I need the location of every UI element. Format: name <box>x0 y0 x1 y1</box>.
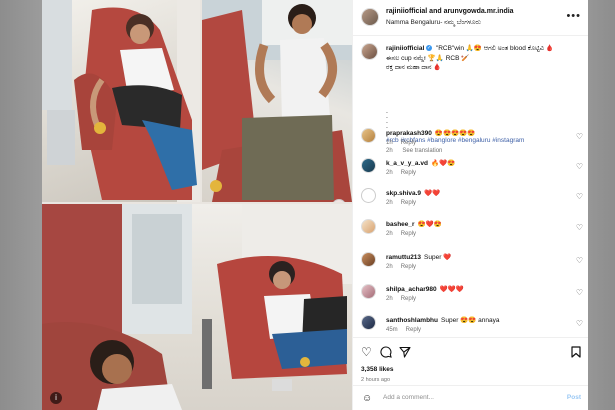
caption-line-3: ರಕ್ತ ದಾನ ಮಹಾ ದಾನ 🩸 <box>386 64 442 71</box>
caption-line-1: "RCB"win 🙏😍 ಆಗಲಿ ಅಂತ blood ಕೊಟ್ಟಿವಿ 🩸 <box>435 45 554 52</box>
comment-item: k_a_v_y_a.vd 🔥❤️😍 2h Reply ♡ <box>353 156 588 186</box>
background-frame: › <box>0 0 615 410</box>
heart-icon[interactable]: ♡ <box>361 346 372 358</box>
comment-avatar[interactable] <box>361 128 376 143</box>
reply-button[interactable]: Reply <box>401 264 416 270</box>
caption-avatar[interactable] <box>361 43 378 60</box>
comment-username[interactable]: k_a_v_y_a.vd <box>386 160 428 167</box>
comment-username[interactable]: bashee_r <box>386 221 415 228</box>
comment-age: 2h <box>386 200 393 206</box>
comment-username[interactable]: skp.shiva.9 <box>386 190 421 197</box>
reply-button[interactable]: Reply <box>401 296 416 302</box>
comment-text: 🔥❤️😍 <box>430 160 456 167</box>
comment-item: bashee_r 😍❤️😍 2h Reply ♡ <box>353 217 588 247</box>
comment-like-icon[interactable]: ♡ <box>576 132 583 141</box>
comment-like-icon[interactable]: ♡ <box>576 288 583 297</box>
comment-like-icon[interactable]: ♡ <box>576 319 583 328</box>
comment-icon[interactable] <box>380 346 392 360</box>
comment-text: ❤️❤️❤️ <box>439 286 464 293</box>
comment-like-icon[interactable]: ♡ <box>576 256 583 265</box>
comment-item: praprakash390 😍😍😍😍😍 1h Reply ♡ <box>353 126 588 156</box>
post-comment-button[interactable]: Post <box>567 394 581 401</box>
verified-badge-icon: ✓ <box>426 45 433 52</box>
comment-username[interactable]: santhoshlambhu <box>386 317 438 324</box>
comment-username[interactable]: ramuttu213 <box>386 254 421 261</box>
comment-age: 2h <box>386 296 393 302</box>
comment-age: 1h <box>386 140 393 146</box>
reply-button[interactable]: Reply <box>401 140 416 146</box>
comment-age: 2h <box>386 264 393 270</box>
emoji-icon[interactable]: ☺ <box>362 393 372 404</box>
post-media[interactable]: › <box>42 0 352 410</box>
photo-woman-donating <box>42 0 200 202</box>
bookmark-icon[interactable] <box>571 346 581 360</box>
comment-username[interactable]: praprakash390 <box>386 130 432 137</box>
comment-avatar[interactable] <box>361 284 376 299</box>
comment-avatar[interactable] <box>361 219 376 234</box>
author-avatar[interactable] <box>361 8 379 26</box>
post-header: rajiniiofficial and arunvgowda.mr.india … <box>353 0 588 36</box>
comment-text: Super 😍😍 annaya <box>441 317 500 324</box>
comment-text: ❤️❤️ <box>424 190 441 197</box>
reply-button[interactable]: Reply <box>406 327 421 333</box>
comment-avatar[interactable] <box>361 158 376 173</box>
comment-avatar[interactable] <box>361 188 376 203</box>
comment-username[interactable]: shilpa_achar980 <box>386 286 437 293</box>
like-count[interactable]: 3,358 likes <box>361 366 394 373</box>
caption-text: rajiniiofficial ✓ "RCB"win 🙏😍 ಆಗಲಿ ಅಂತ b… <box>386 44 582 73</box>
comment-age: 2h <box>386 170 393 176</box>
comment-age: 2h <box>386 231 393 237</box>
comment-like-icon[interactable]: ♡ <box>576 192 583 201</box>
location-link[interactable]: Namma Bengaluru- ನಮ್ಮ ಬೆಂಗಳೂರು <box>386 19 481 27</box>
caption-username[interactable]: rajiniiofficial <box>386 45 424 52</box>
comment-item: ramuttu213 Super ❤️ 2h Reply ♡ <box>353 250 588 280</box>
reply-button[interactable]: Reply <box>401 170 416 176</box>
comment-text: 😍❤️😍 <box>417 221 442 228</box>
reply-button[interactable]: Reply <box>401 200 416 206</box>
comment-text: 😍😍😍😍😍 <box>434 130 476 137</box>
add-comment-bar: ☺ Add a comment... Post <box>353 385 588 410</box>
info-icon[interactable]: i <box>50 392 62 404</box>
comment-age: 45m <box>386 327 398 333</box>
photo-man-donating: › <box>202 0 352 202</box>
comment-item: skp.shiva.9 ❤️❤️ 2h Reply ♡ <box>353 186 588 216</box>
photo-both-donating: i <box>42 204 352 410</box>
post-sidebar: rajiniiofficial and arunvgowda.mr.india … <box>352 0 588 410</box>
instagram-post: › <box>42 0 588 410</box>
comment-avatar[interactable] <box>361 252 376 267</box>
post-timestamp: 2 hours ago <box>361 377 391 383</box>
ellipsis-icon[interactable]: ••• <box>566 10 581 22</box>
comment-avatar[interactable] <box>361 315 376 330</box>
author-names[interactable]: rajiniiofficial and arunvgowda.mr.india <box>386 8 514 15</box>
share-icon[interactable] <box>399 346 411 360</box>
comment-like-icon[interactable]: ♡ <box>576 162 583 171</box>
comment-input[interactable]: Add a comment... <box>383 394 543 401</box>
comment-text: Super ❤️ <box>424 254 452 261</box>
reply-button[interactable]: Reply <box>401 231 416 237</box>
caption-line-2: ಈಸಲ cup ನಮ್ದೇ 🏆🙏 RCB 🏏 <box>386 54 470 62</box>
comment-item: shilpa_achar980 ❤️❤️❤️ 2h Reply ♡ <box>353 282 588 312</box>
comment-like-icon[interactable]: ♡ <box>576 223 583 232</box>
